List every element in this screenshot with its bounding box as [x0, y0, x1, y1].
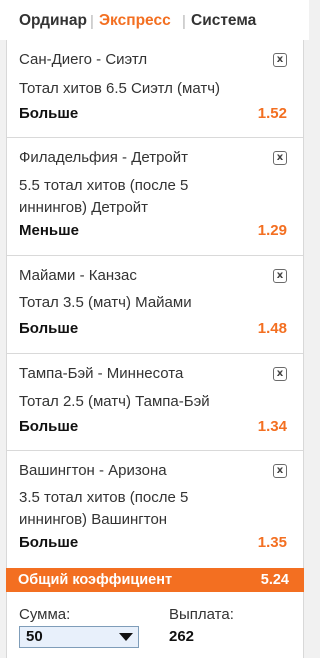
bet-item: Тампа-Бэй - Миннесота x Тотал 2.5 (матч)…: [7, 354, 303, 451]
bet-item: Вашингтон - Аризона x 3.5 тотал хитов (п…: [7, 451, 303, 568]
tab-separator: |: [90, 13, 94, 30]
bet-outcome: Больше: [19, 534, 79, 551]
payout-value: 262: [169, 628, 195, 645]
close-box-icon[interactable]: x: [273, 151, 287, 165]
bet-market: Тотал хитов 6.5 Сиэтл (матч): [19, 80, 221, 97]
bet-market: Тотал 2.5 (матч) Тампа-Бэй: [19, 393, 210, 410]
bet-odds: 1.34: [257, 418, 287, 435]
bet-slip: Сан-Диего - Сиэтл x Тотал хитов 6.5 Сиэт…: [6, 40, 304, 658]
close-box-icon[interactable]: x: [273, 367, 287, 381]
total-odds-bar: Общий коэффициент 5.24: [6, 568, 304, 592]
bet-type-tabs: Ординар | Экспресс | Система: [0, 0, 309, 40]
bet-market: 5.5 тотал хитов (после 5 иннингов) Детро…: [19, 177, 189, 216]
stake-label: Сумма:: [19, 606, 71, 623]
bet-odds: 1.35: [257, 534, 287, 551]
tab-single[interactable]: Ординар: [19, 12, 87, 30]
tab-separator: |: [182, 13, 186, 30]
close-box-icon[interactable]: x: [273, 53, 287, 67]
bet-item: Сан-Диего - Сиэтл x Тотал хитов 6.5 Сиэт…: [7, 40, 303, 138]
bet-outcome: Меньше: [19, 222, 79, 239]
bet-outcome: Больше: [19, 320, 79, 337]
bet-match: Майами - Канзас: [19, 267, 137, 284]
bet-match: Тампа-Бэй - Миннесота: [19, 365, 184, 382]
bet-odds: 1.29: [257, 222, 287, 239]
payout-label: Выплата:: [169, 606, 234, 623]
close-box-icon[interactable]: x: [273, 464, 287, 478]
bet-outcome: Больше: [19, 105, 79, 122]
stake-value: 50: [26, 628, 43, 645]
bet-match: Сан-Диего - Сиэтл: [19, 51, 148, 68]
tab-express[interactable]: Экспресс: [99, 12, 171, 30]
bet-market: 3.5 тотал хитов (после 5 иннингов) Вашин…: [19, 489, 189, 528]
bet-outcome: Больше: [19, 418, 79, 435]
close-box-icon[interactable]: x: [273, 269, 287, 283]
bet-market: Тотал 3.5 (матч) Майами: [19, 294, 192, 311]
bet-match: Филадельфия - Детройт: [19, 149, 189, 166]
bet-odds: 1.52: [257, 105, 287, 122]
total-odds-label: Общий коэффициент: [18, 572, 173, 588]
tab-system[interactable]: Система: [191, 12, 256, 30]
chevron-down-icon[interactable]: [119, 633, 133, 641]
bet-item: Филадельфия - Детройт x 5.5 тотал хитов …: [7, 138, 303, 256]
bet-item: Майами - Канзас x Тотал 3.5 (матч) Майам…: [7, 256, 303, 354]
total-odds-value: 5.24: [260, 572, 289, 588]
bet-odds: 1.48: [257, 320, 287, 337]
bet-match: Вашингтон - Аризона: [19, 462, 167, 479]
stake-select[interactable]: 50: [19, 626, 139, 648]
